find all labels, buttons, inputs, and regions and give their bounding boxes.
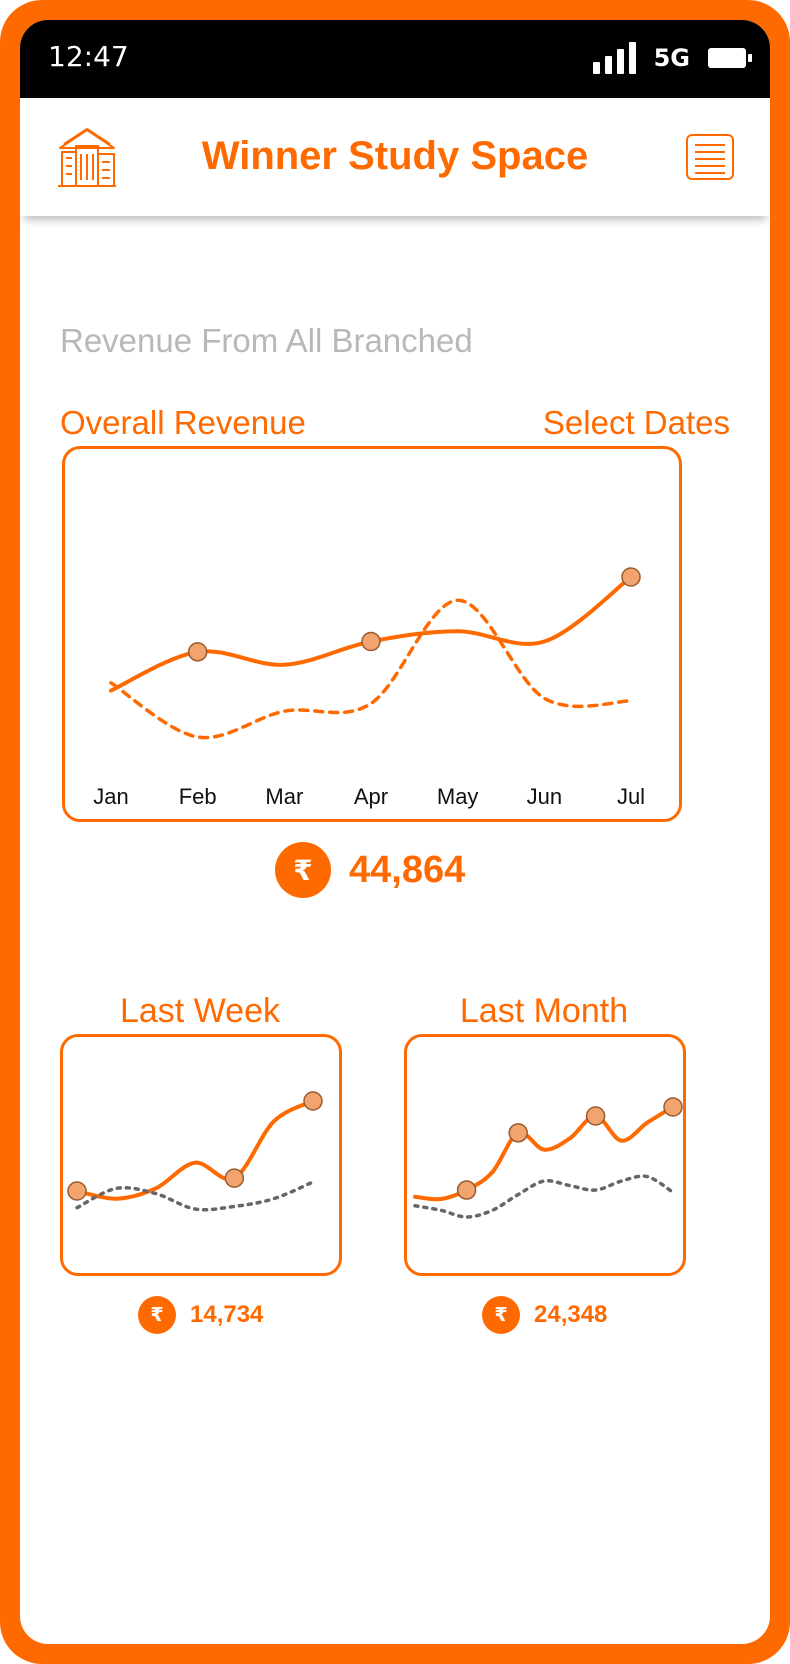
select-dates-link[interactable]: Select Dates — [543, 404, 730, 442]
network-type: 5G — [653, 44, 690, 72]
last-week-data-point[interactable] — [67, 1181, 87, 1201]
page-subtitle: Revenue From All Branched — [60, 322, 473, 359]
last-week-series-1-line — [75, 1099, 315, 1201]
status-icons: 5G — [592, 42, 752, 74]
signal-icon — [592, 42, 636, 74]
last-week-chart — [60, 1034, 342, 1276]
battery-icon — [708, 48, 752, 68]
last-week-data-point[interactable] — [224, 1168, 245, 1188]
month-label: Feb — [178, 784, 217, 809]
last-month-series-1-line — [413, 1105, 675, 1202]
last-week-series-2-line — [75, 1180, 315, 1212]
last-month-data-point[interactable] — [663, 1097, 683, 1117]
overall-data-point[interactable] — [187, 642, 208, 662]
rupee-icon: ₹ — [275, 842, 331, 898]
overall-total: ₹ 44,864 — [275, 842, 465, 898]
rupee-icon: ₹ — [138, 1296, 176, 1334]
last-month-total: ₹ 24,348 — [482, 1296, 607, 1334]
last-month-data-point[interactable] — [508, 1123, 528, 1143]
last-month-total-value: 24,348 — [534, 1301, 608, 1328]
last-week-title: Last Week — [119, 992, 280, 1030]
month-label: Mar — [265, 784, 304, 809]
month-label: Jun — [526, 784, 563, 809]
last-week-total-value: 14,734 — [190, 1301, 264, 1328]
app-header: Winner Study Space — [20, 98, 770, 216]
last-month-title: Last Month — [459, 992, 629, 1030]
overall-revenue-chart: Jan Feb Mar Apr May Jun Jul — [62, 446, 682, 822]
last-week-total: ₹ 14,734 — [138, 1296, 263, 1334]
last-month-data-point[interactable] — [585, 1106, 606, 1126]
status-time: 12:47 — [48, 40, 129, 73]
month-label: Jan — [93, 784, 129, 809]
hamburger-menu-icon[interactable] — [686, 134, 734, 180]
overall-series-2-line — [109, 598, 633, 740]
month-label: Jul — [616, 784, 646, 809]
last-week-chart-svg — [67, 1091, 323, 1212]
last-month-data-point[interactable] — [456, 1180, 477, 1200]
overall-total-value: 44,864 — [349, 848, 466, 891]
rupee-icon: ₹ — [482, 1296, 520, 1334]
month-label: May — [436, 784, 479, 809]
overall-revenue-title: Overall Revenue — [60, 404, 306, 441]
device-frame: 12:47 5G Winner Study Space Revenue From… — [0, 0, 790, 1664]
month-label: Apr — [353, 784, 389, 809]
overall-revenue-chart-svg — [109, 567, 641, 740]
app-title: Winner Study Space — [201, 134, 589, 178]
status-bar: 12:47 5G — [20, 20, 770, 98]
screen: 12:47 5G Winner Study Space Revenue From… — [20, 20, 770, 1644]
last-month-chart-svg — [413, 1097, 683, 1219]
overall-data-point[interactable] — [361, 631, 381, 652]
overall-data-point[interactable] — [621, 567, 641, 587]
last-week-data-point[interactable] — [303, 1091, 323, 1111]
last-month-chart — [404, 1034, 686, 1276]
